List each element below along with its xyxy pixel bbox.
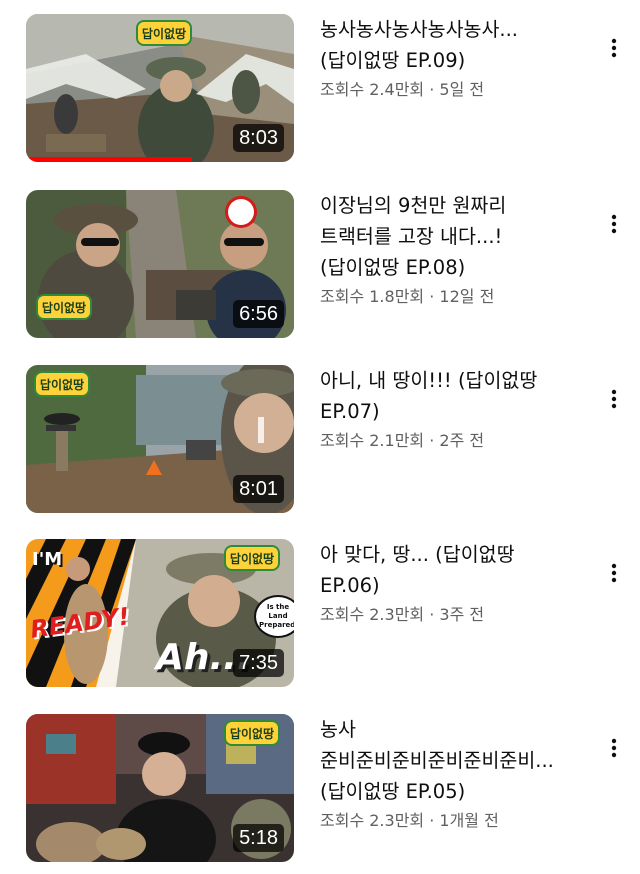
video-title-line[interactable]: (답이없땅 EP.09)	[320, 45, 590, 76]
show-logo: 답이없땅	[136, 20, 192, 46]
video-title-line[interactable]: EP.06)	[320, 570, 590, 601]
duration-badge: 8:01	[233, 475, 284, 503]
watch-progress-bar	[26, 157, 193, 162]
more-vert-icon[interactable]	[603, 734, 625, 762]
view-count: 조회수 2.3만회	[320, 811, 425, 830]
duration-badge: 7:35	[233, 649, 284, 677]
show-logo: 답이없땅	[224, 545, 280, 571]
more-vert-icon[interactable]	[603, 34, 625, 62]
video-info: 이장님의 9천만 원짜리 트랙터를 고장 내다...! (답이없땅 EP.08)…	[320, 190, 590, 309]
video-metadata: 조회수 2.1만회 · 2주 전	[320, 431, 485, 450]
more-vert-icon[interactable]	[603, 385, 625, 413]
video-item[interactable]: 답이없땅 8:03 농사농사농사농사농사... (답이없땅 EP.09) 조회수…	[0, 14, 640, 174]
video-thumbnail[interactable]: 답이없땅 8:01	[26, 365, 294, 513]
duration-badge: 8:03	[233, 124, 284, 152]
video-metadata: 조회수 2.3만회 · 3주 전	[320, 605, 485, 624]
video-metadata: 조회수 2.3만회 · 1개월 전	[320, 811, 499, 830]
more-vert-icon[interactable]	[603, 559, 625, 587]
show-logo: 답이없땅	[224, 720, 280, 746]
video-title-line[interactable]: 이장님의 9천만 원짜리	[320, 190, 590, 221]
duration-badge: 5:18	[233, 824, 284, 852]
video-thumbnail[interactable]: 답이없땅 8:03	[26, 14, 294, 162]
upload-age: 2주 전	[439, 431, 485, 450]
view-count: 조회수 2.3만회	[320, 605, 425, 624]
video-metadata: 조회수 1.8만회 · 12일 전	[320, 287, 495, 306]
upload-age: 5일 전	[439, 80, 485, 99]
video-title-line[interactable]: EP.07)	[320, 396, 590, 427]
video-metadata: 조회수 2.4만회 · 5일 전	[320, 80, 485, 99]
show-logo: 답이없땅	[36, 294, 92, 320]
video-info: 농사농사농사농사농사... (답이없땅 EP.09) 조회수 2.4만회 · 5…	[320, 14, 590, 102]
thumbnail-text: I'M	[32, 549, 63, 570]
video-title-line[interactable]: 농사	[320, 714, 590, 745]
upload-age: 12일 전	[439, 287, 495, 306]
video-title-line[interactable]: 농사농사농사농사농사...	[320, 14, 590, 45]
video-title-line[interactable]: (답이없땅 EP.05)	[320, 776, 590, 807]
show-logo: 답이없땅	[34, 371, 90, 397]
video-thumbnail[interactable]: 답이없땅 5:18	[26, 714, 294, 862]
video-title-line[interactable]: 아 맞다, 땅... (답이없땅	[320, 539, 590, 570]
more-vert-icon[interactable]	[603, 210, 625, 238]
duration-badge: 6:56	[233, 300, 284, 328]
video-thumbnail[interactable]: 답이없땅 6:56	[26, 190, 294, 338]
video-item[interactable]: 답이없땅 8:01 아니, 내 땅이!!! (답이없땅 EP.07) 조회수 2…	[0, 365, 640, 525]
video-title-line[interactable]: (답이없땅 EP.08)	[320, 252, 590, 283]
video-item[interactable]: I'M READY! Is the Land Prepared? Ah... 답…	[0, 539, 640, 699]
video-info: 아 맞다, 땅... (답이없땅 EP.06) 조회수 2.3만회 · 3주 전	[320, 539, 590, 627]
view-count: 조회수 1.8만회	[320, 287, 425, 306]
video-info: 아니, 내 땅이!!! (답이없땅 EP.07) 조회수 2.1만회 · 2주 …	[320, 365, 590, 453]
video-item[interactable]: 답이없땅 5:18 농사 준비준비준비준비준비준비... (답이없땅 EP.05…	[0, 714, 640, 874]
upload-age: 3주 전	[439, 605, 485, 624]
video-title-line[interactable]: 준비준비준비준비준비준비...	[320, 745, 590, 776]
upload-age: 1개월 전	[439, 811, 499, 830]
thumbnail-speech-bubble: Is the Land Prepared?	[254, 595, 294, 638]
view-count: 조회수 2.4만회	[320, 80, 425, 99]
video-info: 농사 준비준비준비준비준비준비... (답이없땅 EP.05) 조회수 2.3만…	[320, 714, 590, 833]
video-thumbnail[interactable]: I'M READY! Is the Land Prepared? Ah... 답…	[26, 539, 294, 687]
video-item[interactable]: 답이없땅 6:56 이장님의 9천만 원짜리 트랙터를 고장 내다...! (답…	[0, 190, 640, 350]
video-title-line[interactable]: 트랙터를 고장 내다...!	[320, 221, 590, 252]
view-count: 조회수 2.1만회	[320, 431, 425, 450]
video-title-line[interactable]: 아니, 내 땅이!!! (답이없땅	[320, 365, 590, 396]
